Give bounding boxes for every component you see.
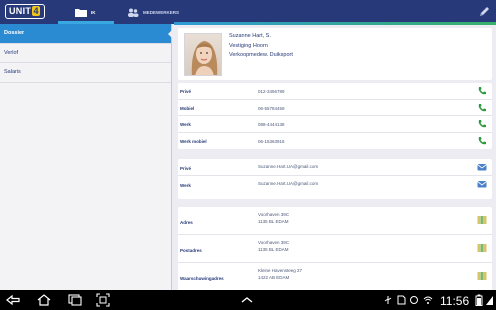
tab-ik-label: IK [91, 9, 96, 15]
wifi-icon [423, 296, 433, 304]
app-bar: UNIT 4 IK MEDEWERKERS [0, 0, 496, 24]
recent-apps-icon[interactable] [67, 294, 83, 306]
sidebar: Dossier Verlof Salaris [0, 24, 172, 290]
address-value: Kleine Havensteeg 27 1422 AB EDAM [258, 268, 303, 280]
people-icon [128, 8, 139, 17]
signal-icon [486, 296, 493, 305]
profile-card: Suzanne Hart, S. Vestiging Hoorn Verkoop… [178, 28, 492, 80]
profile-location: Vestiging Hoorn [229, 43, 268, 49]
email-row-werk: Werk Suzanne.Hart.UA@gmail.com [178, 176, 492, 193]
address-label: Adres [180, 220, 193, 225]
usb-icon [384, 296, 392, 304]
profile-role: Verkoopmedew. Duiksport [229, 52, 293, 58]
map-icon[interactable] [477, 215, 487, 225]
phone-row-prive: Privé 012-3456789 [178, 83, 492, 100]
map-icon[interactable] [477, 271, 487, 281]
screenshot-icon[interactable] [96, 293, 110, 307]
pencil-icon[interactable] [478, 5, 491, 18]
system-nav-bar: 11:56 [0, 290, 496, 310]
email-label: Privé [180, 166, 192, 171]
tab-medewerkers-label: MEDEWERKERS [143, 9, 180, 15]
address-row-adres: Adres Voorhaven 39C 1135 BL EDAM [178, 207, 492, 235]
address-value: Voorhaven 39C 1135 BL EDAM [258, 240, 290, 252]
sd-card-icon [397, 295, 406, 305]
email-value: Suzanne.Hart.UA@gmail.com [258, 164, 319, 169]
phone-value: 088-4444138 [258, 122, 285, 127]
phone-icon[interactable] [477, 103, 487, 113]
map-icon[interactable] [477, 243, 487, 253]
dossier-content: Suzanne Hart, S. Vestiging Hoorn Verkoop… [178, 28, 492, 292]
battery-icon [475, 294, 483, 306]
phone-row-werk: Werk 088-4444138 [178, 116, 492, 133]
address-card: Adres Voorhaven 39C 1135 BL EDAM Postadre… [178, 207, 492, 292]
phone-row-mobiel: Mobiel 06-55784459 [178, 100, 492, 116]
back-icon[interactable] [6, 295, 22, 305]
phone-card: Privé 012-3456789 Mobiel 06-55784459 Wer… [178, 83, 492, 149]
address-label: Postadres [180, 248, 202, 253]
accent-strip [174, 22, 496, 25]
phone-value: 06-15363916 [258, 138, 285, 144]
clock: 11:56 [440, 294, 470, 308]
mail-icon[interactable] [477, 162, 487, 172]
address-row-postadres: Postadres Voorhaven 39C 1135 BL EDAM [178, 235, 492, 263]
phone-icon[interactable] [477, 119, 487, 129]
phone-label: Mobiel [180, 105, 195, 111]
phone-label: Werk [180, 122, 191, 127]
email-card: Privé Suzanne.Hart.UA@gmail.com Werk Suz… [178, 159, 492, 199]
address-row-waarschuwingadres: Waarschuwingadres Kleine Havensteeg 27 14… [178, 263, 492, 291]
phone-label: Privé [180, 89, 192, 94]
address-value: Voorhaven 39C 1135 BL EDAM [258, 212, 290, 224]
email-value: Suzanne.Hart.UA@gmail.com [258, 181, 319, 186]
phone-value: 012-3456789 [258, 89, 285, 94]
sidebar-item-verlof[interactable]: Verlof [0, 43, 171, 63]
folder-icon [75, 8, 87, 17]
address-label: Waarschuwingadres [180, 276, 224, 281]
email-label: Werk [180, 183, 191, 188]
tab-medewerkers[interactable]: MEDEWERKERS [123, 0, 223, 24]
phone-row-werk-mobiel: Werk mobiel 06-15363916 [178, 133, 492, 150]
phone-label: Werk mobiel [180, 138, 207, 144]
sidebar-item-dossier[interactable]: Dossier [0, 24, 172, 44]
phone-value: 06-55784459 [258, 105, 285, 111]
phone-icon[interactable] [477, 86, 487, 96]
unit4-logo: UNIT 4 [5, 4, 45, 19]
mail-icon[interactable] [477, 179, 487, 189]
chevron-up-icon[interactable] [240, 296, 254, 304]
avatar [184, 33, 222, 76]
phone-icon[interactable] [477, 136, 487, 146]
email-row-prive: Privé Suzanne.Hart.UA@gmail.com [178, 159, 492, 176]
profile-name: Suzanne Hart, S. [229, 33, 271, 39]
home-icon[interactable] [36, 294, 52, 306]
sync-icon [410, 296, 418, 304]
sidebar-item-salaris[interactable]: Salaris [0, 63, 171, 83]
